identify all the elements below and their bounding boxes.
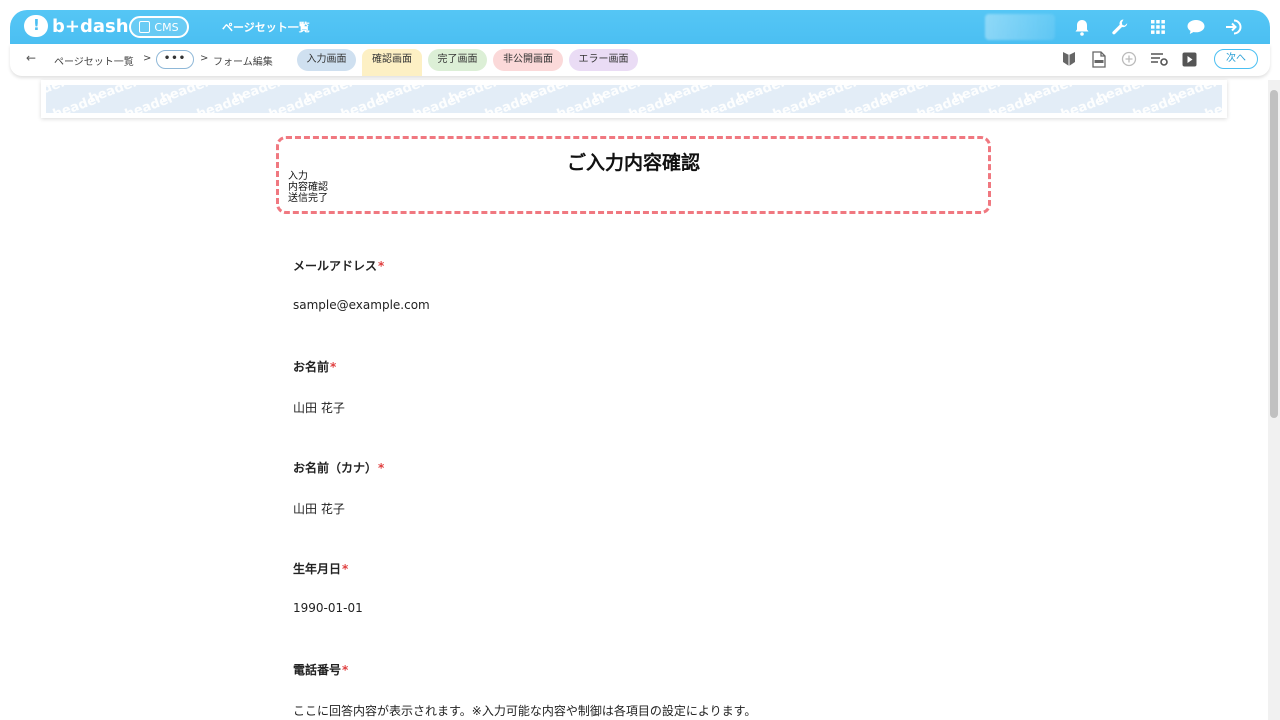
field-label: お名前*	[293, 360, 337, 374]
header-watermark-text: header	[1130, 90, 1185, 113]
field-value: sample@example.com	[293, 298, 430, 312]
grid-icon[interactable]	[1146, 15, 1170, 39]
page-title: ページセット一覧	[222, 21, 310, 34]
header-watermark-text: header	[626, 90, 681, 113]
header-watermark-text: header	[986, 90, 1041, 113]
step-item: 入力	[288, 171, 308, 182]
settings-list-icon[interactable]	[1150, 50, 1168, 68]
header-watermark-text: header	[770, 90, 825, 113]
tab-confirm-screen[interactable]: 確認画面	[362, 49, 422, 76]
header-watermark-text: header	[122, 90, 177, 113]
logo-text: b+dash	[52, 15, 129, 37]
header-placeholder-pattern: header header header header header header head…	[46, 85, 1222, 113]
header-watermark-text: header	[698, 90, 753, 113]
header-watermark-text: header	[50, 90, 105, 113]
form-field-name-kana[interactable]: お名前（カナ）* 山田 花子	[293, 459, 993, 517]
logout-icon[interactable]	[1222, 15, 1246, 39]
header-watermark-text: header	[842, 90, 897, 113]
field-value: 1990-01-01	[293, 601, 363, 615]
form-field-phone[interactable]: 電話番号* ここに回答内容が表示されます。※入力可能な内容や制御は各項目の設定に…	[293, 661, 993, 719]
field-label: メールアドレス*	[293, 259, 385, 273]
field-value: 山田 花子	[293, 502, 345, 516]
tab-private-screen[interactable]: 非公開画面	[493, 49, 563, 71]
header-watermark-text: header	[554, 90, 609, 113]
bell-icon[interactable]	[1070, 15, 1094, 39]
header-watermark-text: header	[338, 90, 393, 113]
breadcrumb-separator: >	[200, 53, 209, 64]
field-label: 電話番号*	[293, 663, 349, 677]
required-mark: *	[342, 562, 349, 576]
header-watermark-text: header	[410, 90, 465, 113]
form-steps-section[interactable]: ご入力内容確認 入力 内容確認 送信完了	[276, 136, 991, 214]
field-label: お名前（カナ）*	[293, 461, 385, 475]
breadcrumb-more-button[interactable]: •••	[156, 50, 194, 69]
step-item: 送信完了	[288, 193, 328, 204]
header-watermark-text: header	[914, 90, 969, 113]
logo-bubble-icon	[24, 15, 48, 37]
cms-button[interactable]: CMS	[129, 16, 189, 38]
field-label: 生年月日*	[293, 562, 349, 576]
play-icon[interactable]	[1180, 50, 1198, 68]
required-mark: *	[378, 461, 385, 475]
header-watermark-text: header	[482, 90, 537, 113]
required-mark: *	[330, 360, 337, 374]
next-button[interactable]: 次へ	[1214, 49, 1258, 69]
step-list: 入力 内容確認 送信完了	[288, 171, 328, 204]
form-field-birthdate[interactable]: 生年月日* 1990-01-01	[293, 560, 993, 615]
html-file-icon[interactable]	[1090, 50, 1108, 68]
header-watermark-text: header	[1058, 90, 1113, 113]
header-watermark-text: header	[194, 90, 249, 113]
vertical-scrollbar[interactable]	[1268, 80, 1280, 720]
wrench-icon[interactable]	[1108, 15, 1132, 39]
field-value: 山田 花子	[293, 401, 345, 415]
required-mark: *	[342, 663, 349, 677]
top-header-bar: b+dash CMS ページセット一覧	[10, 10, 1270, 44]
header-placeholder-section[interactable]: header header header header header header head…	[41, 80, 1227, 118]
cms-label: CMS	[154, 20, 179, 34]
required-mark: *	[378, 259, 385, 273]
breadcrumb-separator: >	[143, 53, 152, 64]
header-watermark-text: header	[266, 90, 321, 113]
tab-error-screen[interactable]: エラー画面	[569, 49, 638, 71]
form-field-name[interactable]: お名前* 山田 花子	[293, 358, 993, 416]
breadcrumb-root[interactable]: ページセット一覧	[54, 53, 134, 68]
user-info-blurred	[985, 14, 1055, 40]
edit-icon	[139, 21, 151, 33]
breadcrumb-current: フォーム編集	[213, 57, 273, 68]
arrow-left-icon[interactable]: ←	[26, 51, 36, 65]
logo[interactable]: b+dash	[24, 15, 129, 37]
scrollbar-thumb[interactable]	[1270, 90, 1278, 418]
add-circle-icon[interactable]	[1120, 50, 1138, 68]
tab-complete-screen[interactable]: 完了画面	[428, 49, 487, 71]
form-field-email[interactable]: メールアドレス* sample@example.com	[293, 257, 993, 312]
tab-input-screen[interactable]: 入力画面	[297, 49, 356, 71]
beginner-mark-icon[interactable]	[1060, 50, 1078, 68]
editor-toolbar: ← ページセット一覧 > ••• > フォーム編集 入力画面 確認画面 完了画面…	[10, 44, 1270, 76]
step-item: 内容確認	[288, 182, 328, 193]
page-heading: ご入力内容確認	[566, 152, 700, 174]
field-value: ここに回答内容が表示されます。※入力可能な内容や制御は各項目の設定によります。	[293, 704, 757, 718]
chat-icon[interactable]	[1184, 15, 1208, 39]
